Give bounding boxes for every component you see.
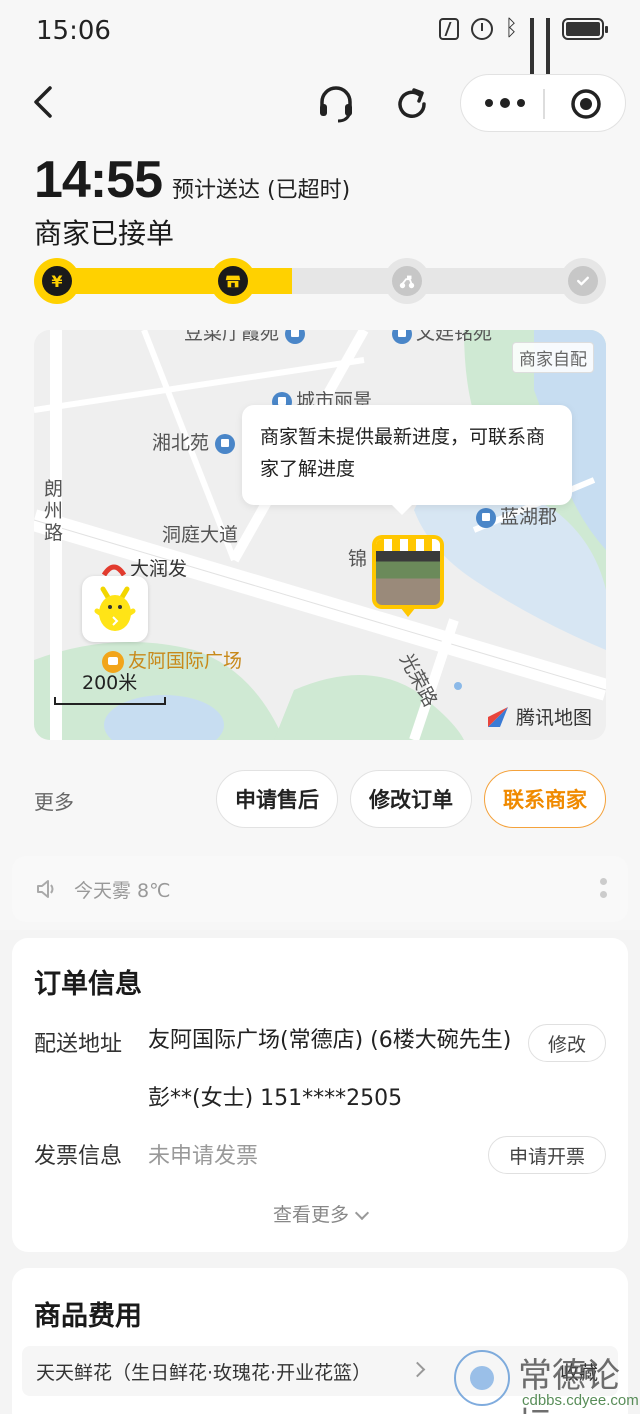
- forum-seal-icon: [454, 1350, 510, 1406]
- status-time: 15:06: [36, 16, 111, 46]
- invoice-label: 发票信息: [34, 1144, 123, 1169]
- after-sale-button[interactable]: 申请售后: [216, 770, 338, 828]
- scale-bar: [54, 697, 166, 705]
- headset-icon: [320, 86, 352, 123]
- mascot-icon: [94, 586, 136, 631]
- chevron-right-icon: [409, 1361, 426, 1378]
- address-label: 配送地址: [34, 1032, 123, 1057]
- scroll-dots-icon: [600, 878, 608, 904]
- provider-label: 腾讯地图: [515, 707, 592, 729]
- order-info-title: 订单信息: [34, 969, 142, 1000]
- see-more-button[interactable]: 查看更多: [12, 1200, 628, 1227]
- battery-icon: [562, 18, 608, 40]
- order-progress: ¥: [34, 258, 606, 304]
- forum-watermark: 常德论坛 cdbbs.cdyee.com: [448, 1344, 640, 1414]
- signal-icon: [530, 18, 534, 88]
- map-scale: 200米: [54, 668, 166, 705]
- chevron-down-icon: [354, 1205, 370, 1221]
- nav-bar: [0, 70, 640, 134]
- eta-row: 14:55 预计送达 (已超时): [34, 150, 350, 210]
- map-road-label: 锦: [348, 548, 368, 570]
- scooter-icon: [392, 266, 422, 296]
- shop-icon: [218, 266, 248, 296]
- check-icon: [568, 266, 598, 296]
- step-delivered: [560, 258, 606, 304]
- refresh-button[interactable]: [392, 84, 432, 124]
- more-icon[interactable]: [481, 91, 529, 115]
- merchant-marker-frame: [372, 535, 444, 609]
- modify-order-button[interactable]: 修改订单: [350, 770, 472, 828]
- step-payment: ¥: [34, 258, 80, 304]
- refresh-icon: [398, 88, 426, 118]
- speaker-icon: [37, 880, 54, 898]
- invoice-value: 未申请发票: [148, 1144, 259, 1169]
- merchant-marker[interactable]: [372, 535, 444, 617]
- map-poi-label: 豆菜厅霞苑: [184, 330, 309, 345]
- map-road-label: 朗州路: [44, 478, 64, 544]
- eta-time: 14:55: [34, 151, 163, 209]
- address-value: 友阿国际广场(常德店) (6楼大碗先生): [148, 1028, 512, 1053]
- back-button[interactable]: [30, 84, 60, 120]
- eta-label: 预计送达 (已超时): [172, 178, 351, 203]
- see-more-label: 查看更多: [272, 1204, 349, 1226]
- bluetooth-icon: ᛒ: [504, 16, 518, 41]
- request-invoice-button[interactable]: 申请开票: [488, 1136, 606, 1174]
- step-rider: [384, 258, 430, 304]
- self-delivery-tag: 商家自配: [512, 342, 594, 373]
- map-provider: 腾讯地图: [486, 703, 592, 730]
- address-contact: 彭**(女士) 151****2505: [148, 1086, 403, 1111]
- shop-name: 天天鲜花（生日鲜花·玫瑰花·开业花篮）: [36, 1362, 372, 1384]
- order-status: 商家已接单: [34, 217, 175, 250]
- target-icon[interactable]: [569, 87, 603, 121]
- step-merchant: [210, 258, 256, 304]
- back-icon: [34, 86, 52, 118]
- storefront-image: [376, 539, 440, 605]
- more-label[interactable]: 更多: [34, 786, 74, 815]
- merchant-marker-tip: [400, 607, 416, 617]
- customer-service-button[interactable]: [316, 84, 356, 124]
- modify-address-button[interactable]: 修改: [528, 1024, 606, 1062]
- watermark-url: cdbbs.cdyee.com: [522, 1392, 639, 1409]
- weather-text: 今天雾 8℃: [74, 880, 171, 902]
- map-poi-label: 湘北苑: [152, 428, 239, 455]
- status-bar: 15:06 ᛒ: [0, 0, 640, 88]
- weather-tip: 今天雾 8℃: [12, 856, 628, 922]
- mini-program-capsule: [460, 74, 626, 132]
- destination-marker[interactable]: [82, 576, 148, 642]
- map-poi-label: 文廷铭苑: [392, 330, 492, 345]
- status-icons: ᛒ: [438, 16, 608, 88]
- yen-icon: ¥: [42, 266, 72, 296]
- goods-fee-title: 商品费用: [34, 1301, 142, 1332]
- order-info-card: 订单信息 配送地址 友阿国际广场(常德店) (6楼大碗先生) 彭**(女士) 1…: [12, 938, 628, 1252]
- map-poi-label: 蓝湖郡: [476, 502, 557, 529]
- scale-label: 200米: [82, 672, 138, 694]
- map-road-label: 洞庭大道: [162, 524, 239, 546]
- map-tooltip: 商家暂未提供最新进度，可联系商家了解进度: [242, 405, 572, 515]
- delivery-map[interactable]: 豆菜厅霞苑 文廷铭苑 商家自配 城市丽景 湘北苑 蓝湖郡 朗州路 洞庭大道 锦 …: [34, 330, 606, 740]
- tencent-map-icon: [487, 706, 508, 727]
- contact-merchant-button[interactable]: 联系商家: [484, 770, 606, 828]
- nfc-icon: [438, 18, 459, 40]
- capsule-divider: [543, 89, 545, 119]
- signal-icon: [546, 18, 550, 88]
- alarm-icon: [470, 18, 493, 40]
